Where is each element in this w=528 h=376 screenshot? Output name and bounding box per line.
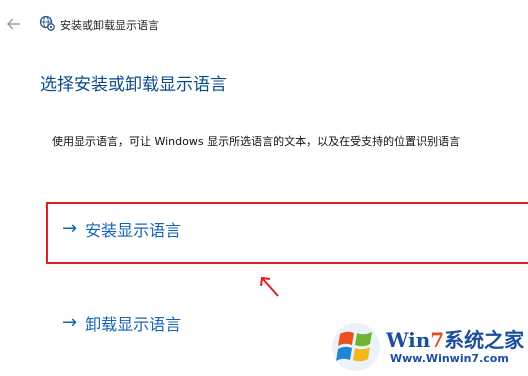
language-gear-icon bbox=[38, 14, 56, 32]
uninstall-display-language-link[interactable]: → 卸载显示语言 bbox=[62, 311, 181, 335]
title-bar: 安装或卸载显示语言 bbox=[0, 0, 528, 48]
back-button[interactable] bbox=[4, 14, 24, 34]
window-title: 安装或卸载显示语言 bbox=[60, 19, 159, 32]
install-display-language-link[interactable]: → 安装显示语言 bbox=[62, 217, 181, 241]
install-link-label: 安装显示语言 bbox=[85, 221, 182, 240]
windows-7-logo-icon bbox=[332, 323, 380, 371]
arrow-left-icon bbox=[7, 18, 20, 30]
site-watermark: Win7系统之家 Www.Winwin7.com bbox=[330, 318, 528, 376]
arrow-right-icon: → bbox=[62, 312, 78, 333]
page-title: 选择安装或卸载显示语言 bbox=[40, 75, 227, 95]
arrow-right-icon: → bbox=[62, 218, 78, 239]
uninstall-link-label: 卸载显示语言 bbox=[85, 315, 182, 334]
watermark-url: Www.Winwin7.com bbox=[390, 352, 509, 365]
page-description: 使用显示语言，可让 Windows 显示所选语言的文本，以及在受支持的位置识别语… bbox=[52, 135, 461, 148]
red-pointer-arrow-icon bbox=[260, 276, 279, 297]
watermark-title: Win7系统之家 bbox=[386, 328, 525, 352]
